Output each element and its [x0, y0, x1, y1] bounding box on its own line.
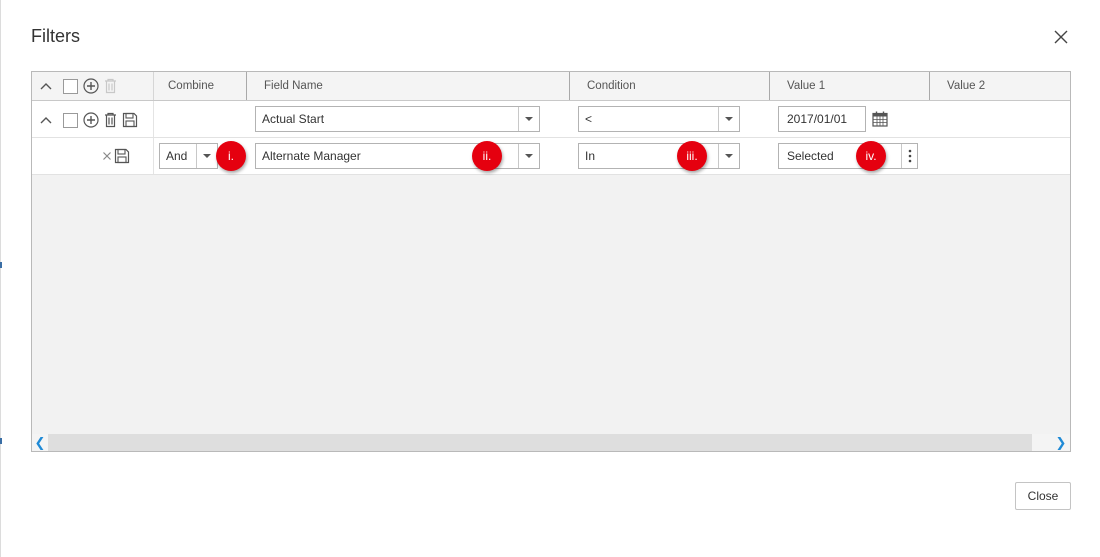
filter-row: And Alternate Manager In Selected i. ii.…	[32, 138, 1070, 175]
more-options-button[interactable]	[901, 144, 917, 168]
edge-marker	[0, 262, 2, 268]
close-button[interactable]: Close	[1015, 482, 1071, 510]
grid-header: Combine Field Name Condition Value 1 Val…	[32, 72, 1070, 101]
callout-badge: ii.	[472, 141, 502, 171]
chevron-down-icon[interactable]	[718, 107, 739, 131]
close-icon[interactable]	[1052, 28, 1070, 46]
row-checkbox[interactable]	[63, 113, 78, 128]
scrollbar-thumb[interactable]	[48, 434, 1032, 451]
calendar-icon[interactable]	[872, 111, 888, 127]
value1-text: 2017/01/01	[787, 112, 848, 126]
delete-icon	[105, 78, 116, 94]
more-options-icon	[908, 149, 912, 163]
chevron-down-icon[interactable]	[718, 144, 739, 168]
condition-select[interactable]: <	[578, 106, 740, 132]
collapse-chevron-icon[interactable]	[39, 114, 53, 126]
scroll-left-icon[interactable]: ❮	[32, 434, 48, 451]
edge-marker	[0, 438, 2, 444]
window-left-edge	[0, 0, 1, 557]
field-name-select[interactable]: Actual Start	[255, 106, 540, 132]
filter-row: Actual Start < 2017/01/01	[32, 101, 1070, 138]
filters-grid: Combine Field Name Condition Value 1 Val…	[31, 71, 1071, 452]
scroll-right-icon[interactable]: ❯	[1053, 434, 1069, 451]
value1-text: Selected	[787, 149, 834, 163]
horizontal-scrollbar[interactable]: ❮ ❯	[32, 434, 1070, 451]
column-header-combine[interactable]: Combine	[168, 72, 214, 100]
collapse-chevron-icon[interactable]	[39, 80, 53, 92]
column-header-value2[interactable]: Value 2	[947, 72, 985, 100]
value1-date-input[interactable]: 2017/01/01	[778, 106, 866, 132]
column-header-field-name[interactable]: Field Name	[264, 72, 323, 100]
field-name-value: Alternate Manager	[262, 149, 361, 163]
callout-badge: i.	[216, 141, 246, 171]
condition-value: In	[585, 149, 596, 163]
combine-select[interactable]: And	[159, 143, 218, 169]
add-icon[interactable]	[83, 78, 99, 94]
condition-value: <	[585, 112, 593, 126]
value1-selection-input[interactable]: Selected	[778, 143, 918, 169]
condition-select[interactable]: In	[578, 143, 740, 169]
delete-icon[interactable]	[103, 112, 118, 128]
callout-badge: iv.	[856, 141, 886, 171]
column-header-value1[interactable]: Value 1	[787, 72, 825, 100]
remove-x-icon[interactable]	[102, 151, 112, 161]
chevron-down-icon[interactable]	[518, 107, 539, 131]
add-icon[interactable]	[83, 112, 99, 128]
save-icon[interactable]	[122, 112, 138, 128]
chevron-down-icon[interactable]	[518, 144, 539, 168]
save-icon[interactable]	[114, 148, 130, 164]
select-all-checkbox[interactable]	[63, 79, 78, 94]
combine-value: And	[166, 149, 188, 163]
dialog-title: Filters	[31, 26, 80, 46]
callout-badge: iii.	[677, 141, 707, 171]
chevron-down-icon[interactable]	[196, 144, 217, 168]
column-header-condition[interactable]: Condition	[587, 72, 636, 100]
field-name-value: Actual Start	[262, 112, 325, 126]
